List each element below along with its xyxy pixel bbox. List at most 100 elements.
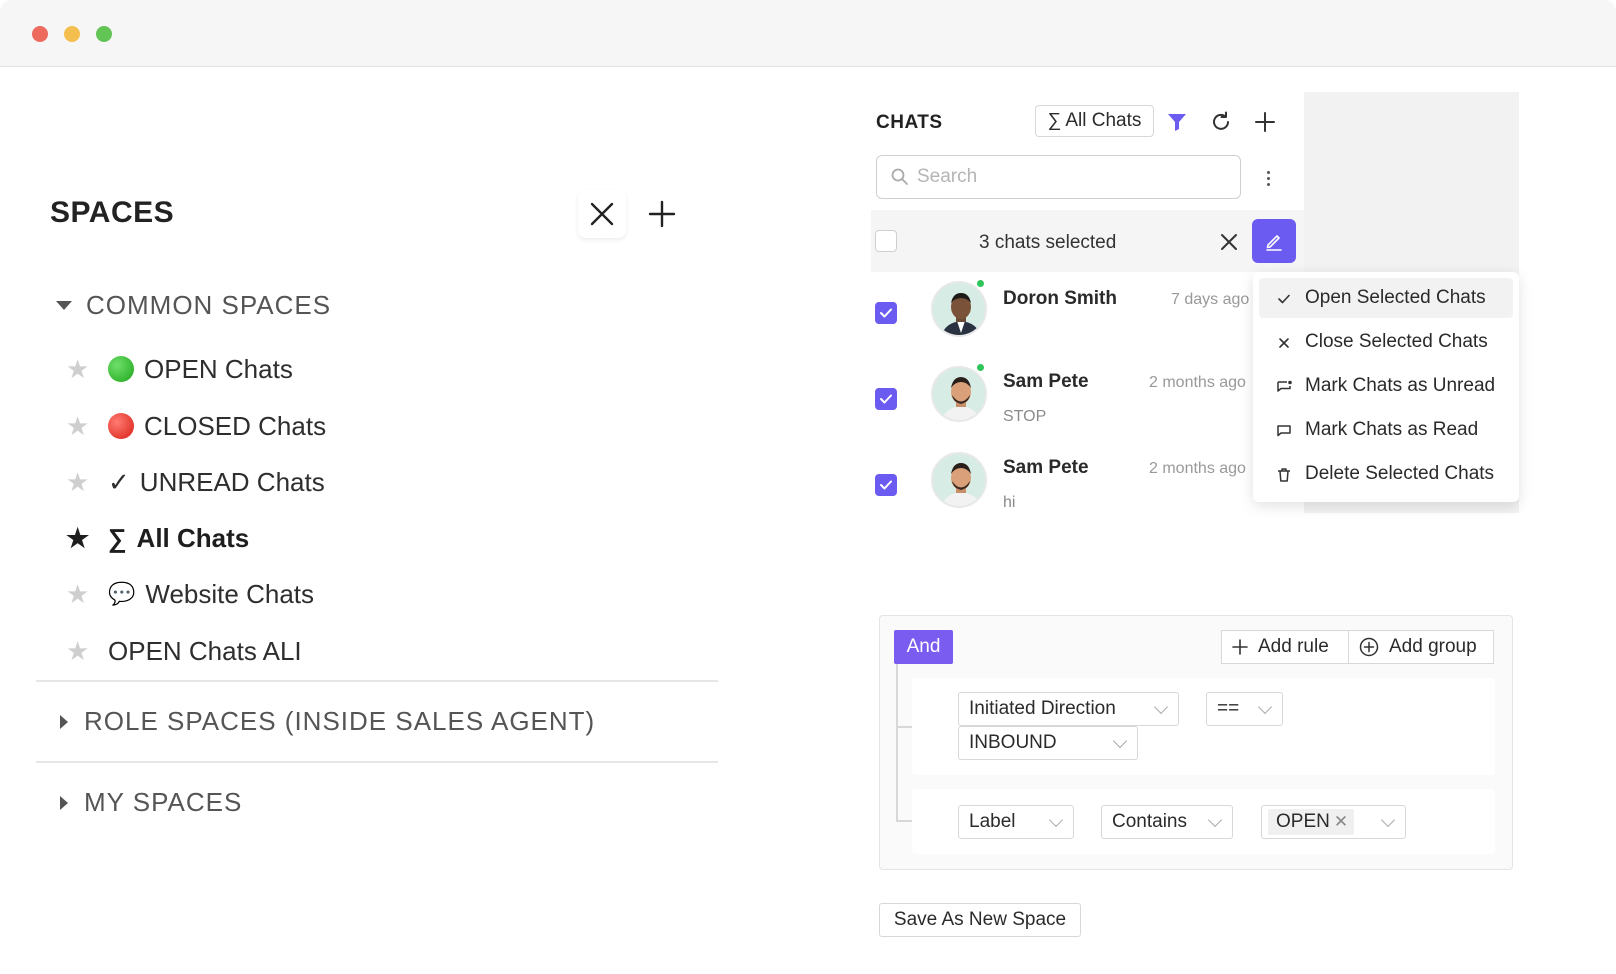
chat-time: 2 months ago bbox=[1149, 374, 1246, 391]
space-item-label: All Chats bbox=[136, 522, 250, 553]
clear-selection-button[interactable] bbox=[1215, 228, 1243, 256]
add-rule-button[interactable]: Add rule bbox=[1221, 630, 1349, 664]
divider bbox=[36, 761, 718, 763]
menu-item-mark-unread[interactable]: Mark Chats as Unread bbox=[1259, 366, 1513, 406]
rule-operator-select[interactable]: == bbox=[1206, 692, 1283, 726]
caret-down-icon bbox=[56, 301, 72, 310]
rule-field-select[interactable]: Label bbox=[958, 805, 1074, 839]
unread-icon bbox=[1275, 378, 1293, 396]
section-label: ROLE SPACES (INSIDE SALES AGENT) bbox=[84, 706, 596, 736]
add-space-button[interactable] bbox=[638, 190, 686, 238]
check-icon bbox=[1275, 290, 1293, 308]
star-icon[interactable]: ★ bbox=[66, 467, 108, 498]
space-item-all-chats[interactable]: ★ ∑ All Chats bbox=[66, 518, 249, 558]
combinator-and-button[interactable]: And bbox=[894, 630, 953, 664]
refresh-icon[interactable] bbox=[1206, 107, 1236, 137]
row-checkbox[interactable] bbox=[875, 388, 897, 410]
rule-operator-select[interactable]: Contains bbox=[1101, 805, 1233, 839]
section-label: COMMON SPACES bbox=[86, 290, 332, 320]
red-circle-icon bbox=[108, 413, 134, 439]
chat-time: 7 days ago bbox=[1171, 291, 1250, 308]
menu-item-mark-read[interactable]: Mark Chats as Read bbox=[1259, 410, 1513, 450]
search-field[interactable] bbox=[876, 155, 1241, 199]
online-indicator bbox=[975, 278, 986, 289]
chat-name: Sam Pete bbox=[1003, 371, 1089, 392]
chevron-down-icon bbox=[1257, 699, 1273, 715]
space-item-unread-chats[interactable]: ★ ✓ UNREAD Chats bbox=[66, 462, 325, 502]
tag-label: OPEN bbox=[1276, 811, 1330, 832]
space-item-open-chats-ali[interactable]: ★ OPEN Chats ALI bbox=[66, 631, 302, 671]
section-role-spaces[interactable]: ROLE SPACES (INSIDE SALES AGENT) bbox=[56, 706, 595, 737]
save-as-new-space-button[interactable]: Save As New Space bbox=[879, 903, 1081, 937]
checkmark-icon: ✓ bbox=[108, 466, 130, 497]
plus-icon bbox=[648, 200, 676, 228]
search-input[interactable] bbox=[917, 166, 1217, 188]
close-icon bbox=[1221, 234, 1237, 250]
chat-row[interactable]: Sam Pete 2 months ago STOP bbox=[871, 358, 1252, 444]
menu-item-open-selected[interactable]: Open Selected Chats bbox=[1259, 278, 1513, 318]
select-value: Label bbox=[969, 811, 1016, 832]
star-icon[interactable]: ★ bbox=[66, 354, 108, 385]
section-common-spaces[interactable]: COMMON SPACES bbox=[56, 290, 331, 321]
avatar bbox=[931, 281, 987, 337]
plus-circle-icon bbox=[1359, 637, 1379, 657]
star-filled-icon[interactable]: ★ bbox=[66, 523, 108, 554]
rule-field-select[interactable]: Initiated Direction bbox=[958, 692, 1179, 726]
space-filter-button[interactable]: ∑ All Chats bbox=[1035, 105, 1154, 137]
star-icon[interactable]: ★ bbox=[66, 411, 108, 442]
section-my-spaces[interactable]: MY SPACES bbox=[56, 787, 242, 818]
add-group-button[interactable]: Add group bbox=[1348, 630, 1494, 664]
select-all-checkbox[interactable] bbox=[875, 230, 897, 252]
chat-row[interactable]: Doron Smith 7 days ago bbox=[871, 272, 1252, 358]
chevron-down-icon bbox=[1112, 733, 1128, 749]
menu-item-label: Delete Selected Chats bbox=[1305, 463, 1495, 484]
menu-item-delete-selected[interactable]: Delete Selected Chats bbox=[1259, 454, 1513, 494]
more-options-icon[interactable] bbox=[1258, 165, 1278, 191]
select-value: == bbox=[1217, 698, 1240, 719]
close-icon bbox=[590, 202, 614, 226]
filter-icon[interactable] bbox=[1162, 107, 1192, 137]
selected-count: 3 chats selected bbox=[979, 232, 1117, 253]
spaces-close-button[interactable] bbox=[578, 190, 626, 238]
space-item-closed-chats[interactable]: ★ CLOSED Chats bbox=[66, 406, 326, 446]
space-item-label: OPEN Chats ALI bbox=[108, 635, 302, 666]
green-circle-icon bbox=[108, 356, 134, 382]
chat-time: 2 months ago bbox=[1149, 460, 1246, 477]
menu-item-close-selected[interactable]: Close Selected Chats bbox=[1259, 322, 1513, 362]
menu-item-label: Mark Chats as Unread bbox=[1305, 375, 1496, 396]
bulk-actions-button[interactable] bbox=[1252, 219, 1296, 263]
star-icon[interactable]: ★ bbox=[66, 636, 108, 667]
sigma-icon: ∑ bbox=[108, 522, 127, 553]
row-checkbox[interactable] bbox=[875, 302, 897, 324]
select-value: INBOUND bbox=[969, 732, 1057, 753]
window-maximize-button[interactable] bbox=[96, 26, 112, 42]
space-item-label: Website Chats bbox=[145, 578, 314, 609]
trash-icon bbox=[1275, 466, 1293, 484]
new-chat-button[interactable] bbox=[1250, 107, 1280, 137]
value-tag: OPEN ✕ bbox=[1268, 809, 1355, 835]
chat-row[interactable]: Sam Pete 2 months ago hi bbox=[871, 444, 1252, 512]
space-item-website-chats[interactable]: ★ 💬 Website Chats bbox=[66, 574, 314, 614]
star-icon[interactable]: ★ bbox=[66, 579, 108, 610]
chat-preview: hi bbox=[1003, 494, 1016, 511]
pencil-icon bbox=[1266, 235, 1282, 251]
space-item-label: UNREAD Chats bbox=[139, 466, 325, 497]
window-close-button[interactable] bbox=[32, 26, 48, 42]
chats-title: CHATS bbox=[876, 112, 943, 133]
remove-tag-icon[interactable]: ✕ bbox=[1334, 812, 1348, 832]
section-label: MY SPACES bbox=[84, 787, 243, 817]
check-icon bbox=[880, 480, 892, 490]
close-icon bbox=[1275, 334, 1293, 352]
online-indicator bbox=[975, 362, 986, 373]
rule-value-multiselect[interactable]: OPEN ✕ bbox=[1261, 805, 1406, 839]
chat-list: Doron Smith 7 days ago Sam Pete 2 months… bbox=[871, 272, 1252, 512]
window-minimize-button[interactable] bbox=[64, 26, 80, 42]
caret-right-icon bbox=[60, 714, 68, 729]
chevron-down-icon bbox=[1153, 699, 1169, 715]
row-checkbox[interactable] bbox=[875, 474, 897, 496]
space-item-label: CLOSED Chats bbox=[144, 410, 327, 441]
rule-value-select[interactable]: INBOUND bbox=[958, 726, 1138, 760]
space-item-open-chats[interactable]: ★ OPEN Chats bbox=[66, 349, 293, 389]
chat-preview: STOP bbox=[1003, 408, 1047, 425]
check-icon bbox=[880, 308, 892, 318]
